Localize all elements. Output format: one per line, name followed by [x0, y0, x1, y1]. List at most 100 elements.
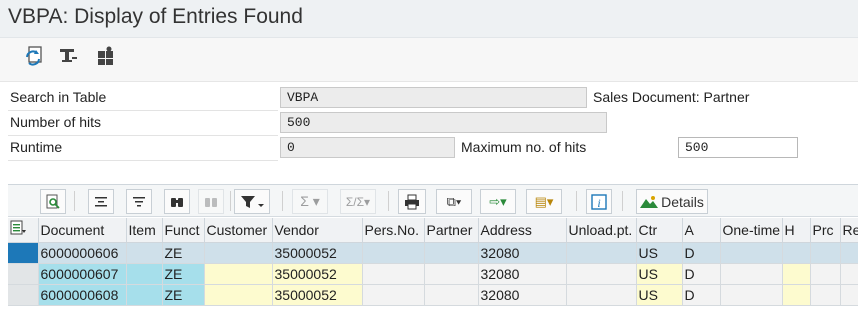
- cell-unload-pt[interactable]: [566, 263, 637, 285]
- binoculars-plus-icon: [205, 197, 217, 207]
- column-header[interactable]: Address: [478, 218, 567, 243]
- column-header[interactable]: Vendor: [272, 218, 363, 243]
- cell-a[interactable]: D: [682, 263, 721, 285]
- sort-descending-button[interactable]: [126, 189, 152, 214]
- cell-h[interactable]: [782, 284, 811, 306]
- column-header[interactable]: Partner: [424, 218, 479, 243]
- cell-prc[interactable]: [810, 242, 841, 264]
- cell-document[interactable]: 6000000606: [38, 242, 127, 264]
- cell-address[interactable]: 32080: [478, 263, 567, 285]
- column-header[interactable]: Document: [38, 218, 127, 243]
- find-button[interactable]: [164, 189, 190, 214]
- cell-item[interactable]: [126, 284, 163, 306]
- runtime-field[interactable]: 0: [280, 137, 455, 158]
- max-hits-input[interactable]: 500: [678, 137, 798, 158]
- binoculars-icon: [171, 197, 183, 207]
- column-header[interactable]: A: [682, 218, 721, 243]
- cell-a[interactable]: D: [682, 242, 721, 264]
- info-button[interactable]: i: [586, 189, 612, 214]
- find-next-button[interactable]: [198, 189, 224, 214]
- subtotal-button[interactable]: Σ/Σ▾: [340, 189, 376, 214]
- table-row[interactable]: 6000000608 ZE 35000052 32080 US D: [8, 284, 858, 306]
- cell-customer[interactable]: [204, 242, 273, 264]
- sort-icon: [133, 196, 145, 206]
- search-table-field[interactable]: VBPA: [280, 87, 587, 108]
- cell-one-time[interactable]: [720, 263, 783, 285]
- cell-address[interactable]: 32080: [478, 242, 567, 264]
- refresh-button[interactable]: [20, 43, 48, 69]
- cell-partner[interactable]: [424, 263, 479, 285]
- puzzle-button[interactable]: [92, 43, 120, 69]
- cell-funct[interactable]: ZE: [162, 284, 205, 306]
- cell-vendor[interactable]: 35000052: [272, 284, 363, 306]
- cell-document[interactable]: 6000000607: [38, 263, 127, 285]
- column-header[interactable]: Pers.No.: [362, 218, 425, 243]
- column-header[interactable]: Prc: [810, 218, 841, 243]
- cell-ctr[interactable]: US: [636, 263, 683, 285]
- cell-document[interactable]: 6000000608: [38, 284, 127, 306]
- cell-one-time[interactable]: [720, 284, 783, 306]
- cell-rel[interactable]: [840, 263, 858, 285]
- cell-customer[interactable]: [204, 263, 273, 285]
- table-row[interactable]: 6000000606 ZE 35000052 32080 US D: [8, 242, 858, 264]
- filter-settings-button[interactable]: [54, 43, 82, 69]
- cell-partner[interactable]: [424, 284, 479, 306]
- column-header[interactable]: One-time: [720, 218, 783, 243]
- search-table-description: Sales Document: Partner: [593, 89, 750, 105]
- cell-address[interactable]: 32080: [478, 284, 567, 306]
- column-header[interactable]: H: [782, 218, 811, 243]
- cell-rel[interactable]: [840, 284, 858, 306]
- details-view-button[interactable]: [40, 189, 66, 214]
- column-header[interactable]: Unload.pt.: [566, 218, 637, 243]
- row-selector[interactable]: [8, 284, 39, 306]
- filter-button[interactable]: [234, 189, 270, 214]
- cell-pers-no[interactable]: [362, 242, 425, 264]
- table-row[interactable]: 6000000607 ZE 35000052 32080 US D: [8, 263, 858, 285]
- info-icon: i: [591, 193, 607, 210]
- cell-item[interactable]: [126, 242, 163, 264]
- column-header[interactable]: Funct: [162, 218, 205, 243]
- toolbar-separator: [0, 74, 858, 82]
- cell-funct[interactable]: ZE: [162, 263, 205, 285]
- column-header[interactable]: Customer: [204, 218, 273, 243]
- print-button[interactable]: [398, 189, 426, 214]
- views-button[interactable]: ⧉▾: [436, 189, 472, 214]
- cell-vendor[interactable]: 35000052: [272, 242, 363, 264]
- cell-pers-no[interactable]: [362, 284, 425, 306]
- details-button[interactable]: Details: [636, 189, 708, 214]
- divider: [8, 135, 278, 136]
- cell-partner[interactable]: [424, 242, 479, 264]
- cell-a[interactable]: D: [682, 284, 721, 306]
- cell-vendor[interactable]: 35000052: [272, 263, 363, 285]
- export-button[interactable]: ⇨▾: [480, 189, 516, 214]
- cell-unload-pt[interactable]: [566, 242, 637, 264]
- cell-pers-no[interactable]: [362, 263, 425, 285]
- cell-ctr[interactable]: US: [636, 284, 683, 306]
- cell-funct[interactable]: ZE: [162, 242, 205, 264]
- hits-field[interactable]: 500: [280, 112, 607, 133]
- cell-rel[interactable]: [840, 242, 858, 264]
- cell-ctr[interactable]: US: [636, 242, 683, 264]
- separator: [388, 191, 389, 211]
- cell-prc[interactable]: [810, 284, 841, 306]
- subtotal-icon: Σ/Σ▾: [345, 194, 371, 209]
- separator: [576, 191, 577, 211]
- row-selector[interactable]: [8, 242, 39, 264]
- cell-prc[interactable]: [810, 263, 841, 285]
- cell-one-time[interactable]: [720, 242, 783, 264]
- layout-button[interactable]: ▤▾: [526, 189, 562, 214]
- separator: [622, 191, 623, 211]
- cell-h[interactable]: [782, 263, 811, 285]
- cell-h[interactable]: [782, 242, 811, 264]
- cell-unload-pt[interactable]: [566, 284, 637, 306]
- search-doc-icon: [46, 194, 60, 209]
- cell-customer[interactable]: [204, 284, 273, 306]
- layout-icon-cell[interactable]: [8, 218, 39, 243]
- column-header[interactable]: Ctr: [636, 218, 683, 243]
- column-header[interactable]: Item: [126, 218, 163, 243]
- cell-item[interactable]: [126, 263, 163, 285]
- sort-ascending-button[interactable]: [88, 189, 114, 214]
- row-selector[interactable]: [8, 263, 39, 285]
- column-header[interactable]: Rel: [840, 218, 858, 243]
- sum-button[interactable]: Σ ▾: [292, 189, 328, 214]
